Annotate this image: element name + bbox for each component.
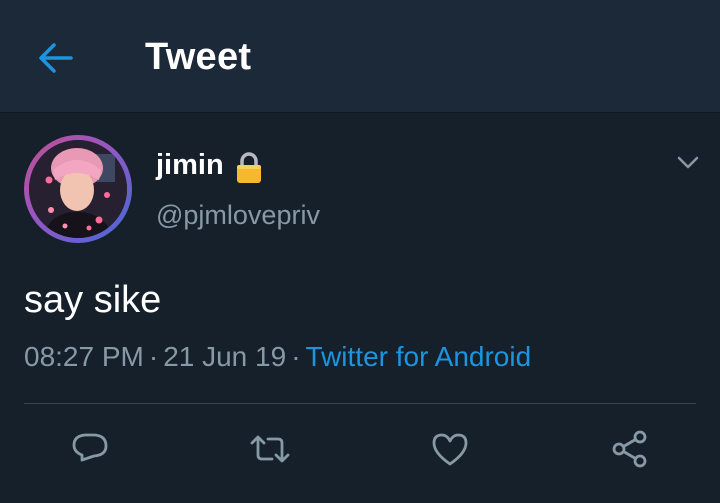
tweet-metadata: 08:27 PM · 21 Jun 19 · Twitter for Android	[24, 341, 531, 373]
tweet-text: say sike	[24, 279, 162, 321]
share-button[interactable]	[608, 427, 652, 471]
retweet-button[interactable]	[248, 427, 292, 471]
avatar[interactable]	[24, 135, 132, 243]
reply-button[interactable]	[68, 427, 112, 471]
arrow-left-icon	[39, 43, 73, 73]
meta-separator: ·	[291, 341, 301, 372]
meta-separator: ·	[148, 341, 159, 372]
back-button[interactable]	[30, 34, 82, 82]
tweet-source-link[interactable]: Twitter for Android	[306, 341, 532, 372]
author-handle[interactable]: @pjmlovepriv	[156, 200, 320, 231]
author-display-name[interactable]: jimin	[156, 149, 224, 182]
divider	[24, 403, 696, 404]
lock-icon	[237, 152, 261, 183]
share-icon	[612, 430, 647, 468]
heart-icon	[432, 433, 468, 466]
top-app-bar: Tweet	[0, 0, 720, 113]
tweet-detail: jimin @pjmlovepriv say sike 08:27 PM · 21 …	[0, 113, 720, 503]
tweet-time: 08:27 PM	[24, 341, 144, 372]
page-title: Tweet	[145, 36, 252, 78]
chevron-down-icon	[677, 156, 699, 169]
retweet-icon	[250, 435, 290, 463]
reply-icon	[72, 433, 108, 462]
tweet-menu-button[interactable]	[672, 147, 704, 179]
like-button[interactable]	[428, 427, 472, 471]
avatar-image	[29, 140, 127, 238]
tweet-date: 21 Jun 19	[163, 341, 287, 372]
